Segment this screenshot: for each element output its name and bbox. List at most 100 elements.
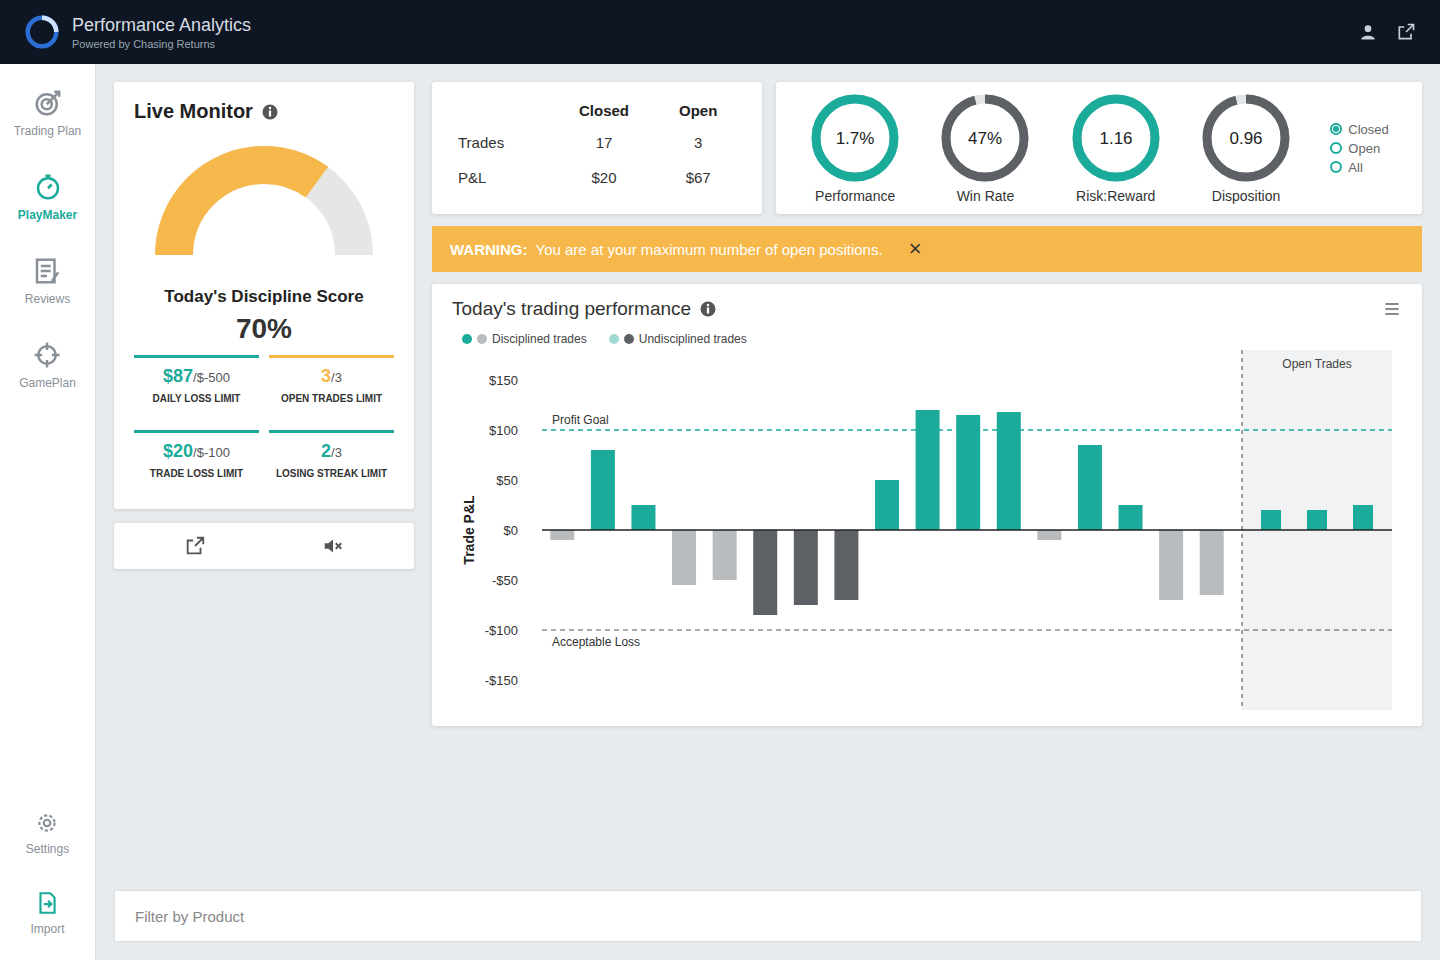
summary-cell: $67 xyxy=(656,160,740,195)
sidebar-item[interactable]: Import xyxy=(24,886,70,940)
sidebar-item[interactable]: PlayMaker xyxy=(12,168,83,226)
external-link-icon[interactable] xyxy=(1396,22,1416,42)
app-header: Performance AnalyticsPowered by Chasing … xyxy=(0,0,1440,64)
chart-legend: Disciplined trades Undisciplined trades xyxy=(462,332,1402,346)
legend-label: Undisciplined trades xyxy=(639,332,747,346)
sidebar-label: GamePlan xyxy=(19,376,76,390)
crosshair-icon xyxy=(32,340,62,370)
trade-bar[interactable] xyxy=(997,412,1021,530)
row-label: Trades xyxy=(454,125,552,160)
radio-button[interactable] xyxy=(1330,123,1342,135)
profit-goal-label: Profit Goal xyxy=(552,413,609,427)
limit-max: /$-500 xyxy=(193,370,230,385)
acceptable-loss-line xyxy=(542,630,1392,631)
sidebar-label: Trading Plan xyxy=(14,124,82,138)
radio-option[interactable]: All xyxy=(1330,160,1388,175)
zero-line xyxy=(542,529,1392,531)
chart-title: Today's trading performance xyxy=(452,298,691,320)
axis-tick: -$100 xyxy=(485,623,518,638)
column-header: Open xyxy=(656,96,740,125)
radio-label: Closed xyxy=(1348,122,1388,137)
radio-label: All xyxy=(1348,160,1362,175)
ring-fill xyxy=(1207,99,1285,177)
trade-bar[interactable] xyxy=(834,530,858,600)
view-filter: Closed Open All xyxy=(1330,122,1388,175)
open-trades-label: Open Trades xyxy=(1282,357,1351,371)
trade-bar[interactable] xyxy=(672,530,696,585)
trade-bar[interactable] xyxy=(1159,530,1183,600)
axis-tick: -$150 xyxy=(485,673,518,688)
gauge-value: 47% xyxy=(968,129,1002,148)
sidebar-item[interactable]: Trading Plan xyxy=(8,84,88,142)
import-icon xyxy=(34,890,60,916)
gauge-label: Performance xyxy=(815,188,895,204)
acceptable-loss-label: Acceptable Loss xyxy=(552,635,640,649)
sidebar-item[interactable]: Reviews xyxy=(19,252,76,310)
ring-fill xyxy=(1077,99,1155,177)
limit-value: $87 xyxy=(163,366,193,386)
ring-fill xyxy=(946,99,1024,177)
limit-max: /3 xyxy=(331,445,342,460)
sidebar-item[interactable]: Settings xyxy=(20,806,75,860)
gauge-value: 1.16 xyxy=(1099,129,1132,148)
limit-item: 3/3OPEN TRADES LIMIT xyxy=(269,355,394,420)
sidebar-item[interactable]: GamePlan xyxy=(13,336,82,394)
axis-tick: -$50 xyxy=(492,573,518,588)
limit-max: /3 xyxy=(331,370,342,385)
score-value: 70% xyxy=(134,313,394,345)
ring-fill xyxy=(816,99,894,177)
legend-dot xyxy=(624,334,634,344)
trade-bar[interactable] xyxy=(1037,530,1061,540)
summary-card: ClosedOpenTrades173P&L$20$67 xyxy=(432,82,762,214)
product-filter[interactable] xyxy=(114,890,1422,942)
trade-bar[interactable] xyxy=(1307,510,1327,530)
trade-bar[interactable] xyxy=(1119,505,1143,530)
radio-button[interactable] xyxy=(1330,161,1342,173)
sidebar-label: Import xyxy=(30,922,64,936)
trade-bar[interactable] xyxy=(956,415,980,530)
checklist-icon xyxy=(32,256,62,286)
bar-chart: Open Trades$150$100$50$0-$50-$100-$150Tr… xyxy=(452,350,1392,710)
radio-option[interactable]: Open xyxy=(1330,141,1388,156)
legend-dot xyxy=(462,334,472,344)
trade-bar[interactable] xyxy=(631,505,655,530)
trade-bar[interactable] xyxy=(1200,530,1224,595)
external-link-icon[interactable] xyxy=(184,535,206,557)
user-icon[interactable] xyxy=(1358,22,1378,42)
live-monitor-card: Live MonitorToday's Discipline Score70%$… xyxy=(114,82,414,509)
summary-cell: 3 xyxy=(656,125,740,160)
axis-label: Trade P&L xyxy=(461,495,477,565)
trade-bar[interactable] xyxy=(1353,505,1373,530)
logo-icon xyxy=(24,14,60,50)
trade-bar[interactable] xyxy=(591,450,615,530)
radio-button[interactable] xyxy=(1330,142,1342,154)
target-icon xyxy=(33,88,63,118)
trade-bar[interactable] xyxy=(1261,510,1281,530)
menu-icon[interactable] xyxy=(1382,299,1402,319)
close-button[interactable]: × xyxy=(909,238,922,260)
info-icon[interactable] xyxy=(699,300,717,318)
trade-bar[interactable] xyxy=(713,530,737,580)
ring-gauge: 47% xyxy=(939,92,1031,184)
limit-label: TRADE LOSS LIMIT xyxy=(136,468,257,479)
axis-tick: $100 xyxy=(489,423,518,438)
gauge-value: 1.7% xyxy=(836,129,875,148)
trade-bar[interactable] xyxy=(550,530,574,540)
ring-gauge: 1.16 xyxy=(1070,92,1162,184)
limit-max: /$-100 xyxy=(193,445,230,460)
info-icon[interactable] xyxy=(261,103,279,121)
performance-chart: Today's trading performance Disciplined t… xyxy=(432,284,1422,726)
trade-bar[interactable] xyxy=(916,410,940,530)
stopwatch-icon xyxy=(33,172,63,202)
ring-gauge: 1.7% xyxy=(809,92,901,184)
warning-text: You are at your maximum number of open p… xyxy=(536,241,883,258)
trade-bar[interactable] xyxy=(875,480,899,530)
axis-tick: $150 xyxy=(489,373,518,388)
radio-option[interactable]: Closed xyxy=(1330,122,1388,137)
trade-bar[interactable] xyxy=(753,530,777,615)
mute-icon[interactable] xyxy=(322,535,344,557)
legend-dot xyxy=(477,334,487,344)
legend-item: Disciplined trades xyxy=(462,332,587,346)
trade-bar[interactable] xyxy=(1078,445,1102,530)
trade-bar[interactable] xyxy=(794,530,818,605)
